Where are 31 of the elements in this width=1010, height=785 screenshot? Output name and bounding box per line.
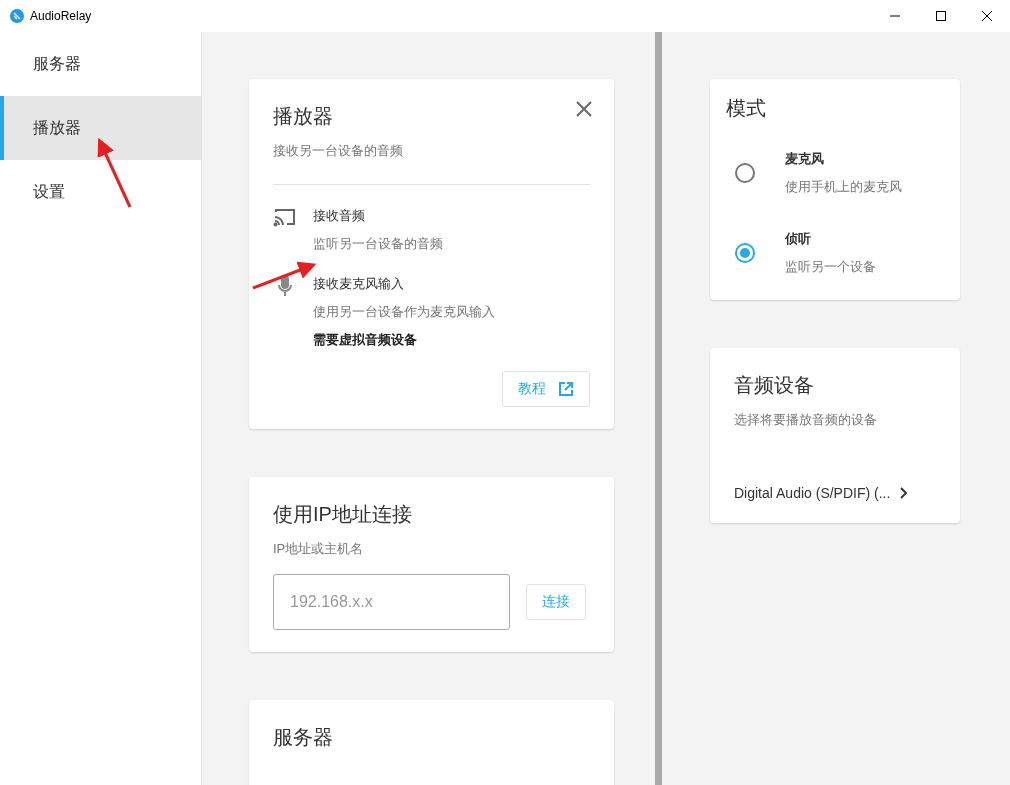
app-logo-icon (10, 9, 24, 23)
option-description: 监听另一个设备 (785, 258, 876, 276)
card-subtitle: 接收另一台设备的音频 (273, 142, 404, 160)
option-title: 接收音频 (313, 207, 366, 225)
option-description: 监听另一台设备的音频 (313, 235, 443, 253)
option-title: 侦听 (785, 230, 812, 248)
cast-icon (273, 207, 297, 227)
device-selector[interactable]: Digital Audio (S/PDIF) (... (734, 485, 936, 501)
option-title: 接收麦克风输入 (313, 275, 405, 293)
close-icon (981, 10, 993, 22)
sidebar-item[interactable]: 播放器 (0, 96, 201, 160)
card-title: 使用IP地址连接 (273, 502, 412, 527)
radio-button[interactable] (735, 163, 755, 183)
option-description: 使用另一台设备作为麦克风输入 (313, 303, 495, 321)
card-title: 模式 (726, 96, 766, 121)
option-title: 麦克风 (785, 150, 825, 168)
field-label: IP地址或主机名 (273, 540, 365, 558)
annotation-arrow (97, 137, 132, 208)
window-title: AudioRelay (30, 9, 93, 23)
option-description: 使用手机上的麦克风 (785, 178, 902, 196)
ip-address-field[interactable]: 192.168.x.x (273, 574, 510, 630)
card-title: 音频设备 (734, 373, 814, 398)
chevron-right-icon (900, 487, 909, 499)
radio-button[interactable] (735, 243, 755, 263)
card-title: 服务器 (273, 725, 333, 750)
maximize-icon (935, 10, 947, 22)
card-title: 播放器 (273, 104, 333, 129)
close-icon[interactable] (576, 101, 592, 117)
option-note: 需要虚拟音频设备 (313, 331, 418, 349)
card-subtitle: 选择将要播放音频的设备 (734, 411, 878, 429)
external-link-icon (558, 381, 574, 397)
